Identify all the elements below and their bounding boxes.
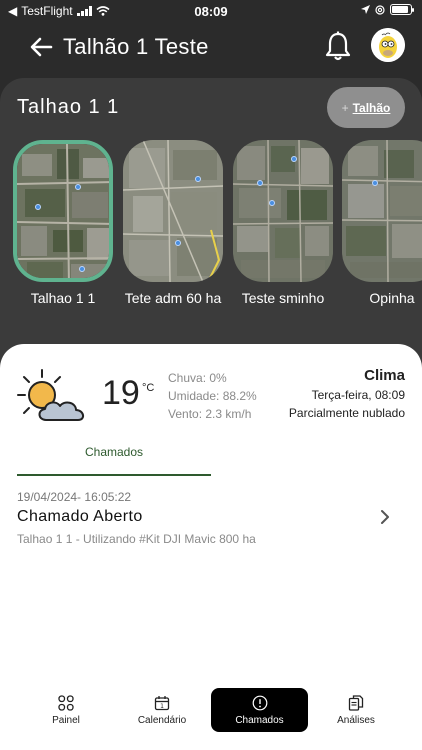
alert-icon: [252, 695, 267, 710]
svg-text:1: 1: [160, 703, 164, 710]
status-time: 08:09: [194, 4, 228, 19]
field-thumbnail[interactable]: Tete adm 60 ha: [123, 140, 223, 309]
calendar-icon: 1: [154, 695, 170, 710]
ticket-date: 19/04/2024- 16:05:22: [17, 490, 132, 504]
weather-summary: Clima Terça-feira, 08:09 Parcialmente nu…: [289, 366, 405, 422]
field-thumbnail[interactable]: Opinha: [342, 140, 422, 309]
weather-stats: Chuva: 0% Umidade: 88.2% Vento: 2.3 km/h: [168, 369, 257, 423]
back-arrow-icon[interactable]: [26, 32, 56, 62]
page-title: Talhão 1 Teste: [63, 34, 209, 59]
add-field-label: Talhão: [352, 100, 391, 115]
status-right: [361, 4, 414, 15]
documents-icon: [348, 694, 364, 711]
nav-calendario[interactable]: 1 Calendário: [126, 688, 198, 732]
field-thumbnail[interactable]: Teste sminho: [233, 140, 333, 309]
app-header: Talhão 1 Teste: [0, 28, 422, 68]
aerial-map-image: [123, 140, 223, 282]
location-arrow-icon: [361, 5, 370, 14]
rain-stat: Chuva: 0%: [168, 371, 227, 385]
grid-icon: [58, 694, 74, 711]
chevron-right-icon[interactable]: [378, 508, 392, 526]
user-avatar[interactable]: [371, 28, 405, 62]
field-thumbnails: Talhao 1 1 Tete adm 60 ha Teste sminho O…: [0, 140, 422, 340]
field-panel: Talhao 1 1 + Talhão Talhao 1 1 Tete adm …: [0, 78, 422, 378]
humidity-stat: Umidade: 88.2%: [168, 389, 257, 403]
temperature-unit: °C: [142, 382, 155, 394]
field-thumbnail-label: Opinha: [369, 290, 415, 306]
field-title: Talhao 1 1: [17, 96, 120, 118]
nav-chamados[interactable]: Chamados: [211, 688, 308, 732]
add-field-button[interactable]: + Talhão: [327, 87, 405, 128]
bottom-nav: Painel 1 Calendário Chamados Análises: [0, 688, 422, 738]
weather-day-time: Terça-feira, 08:09: [311, 388, 405, 402]
nav-analises[interactable]: Análises: [320, 688, 392, 732]
aerial-map-image: [13, 140, 113, 282]
notification-bell-icon[interactable]: [323, 30, 353, 62]
ticket-description: Talhao 1 1 - Utilizando #Kit DJI Mavic 8…: [17, 532, 256, 546]
temperature-value: 19: [102, 374, 140, 412]
aerial-map-image: [342, 140, 422, 282]
at-icon: [375, 4, 385, 15]
field-thumbnail-label: Tete adm 60 ha: [124, 290, 222, 306]
cartoon-face-icon: [371, 28, 405, 62]
ticket-title: Chamado Aberto: [17, 508, 143, 525]
aerial-map-image: [233, 140, 333, 282]
partly-cloudy-icon: [17, 369, 84, 421]
weather-condition: Parcialmente nublado: [288, 406, 405, 420]
nav-analises-label: Análises: [337, 714, 375, 726]
battery-icon: [390, 4, 414, 15]
tab-chamados[interactable]: Chamados: [17, 442, 211, 476]
nav-painel[interactable]: Painel: [30, 688, 102, 732]
nav-calendario-label: Calendário: [137, 714, 187, 726]
nav-chamados-label: Chamados: [235, 714, 284, 726]
field-thumbnail-label: Talhao 1 1: [30, 290, 96, 306]
weather-title: Clima: [364, 367, 405, 384]
plus-icon: +: [341, 100, 349, 115]
field-thumbnail[interactable]: Talhao 1 1: [13, 140, 113, 309]
field-thumbnail-label: Teste sminho: [241, 290, 325, 306]
nav-painel-label: Painel: [52, 714, 80, 726]
wind-stat: Vento: 2.3 km/h: [168, 407, 252, 421]
status-bar: ◀ TestFlight 08:09: [0, 0, 422, 22]
ticket-list-item[interactable]: 19/04/2024- 16:05:22 Chamado Aberto Talh…: [0, 484, 422, 554]
